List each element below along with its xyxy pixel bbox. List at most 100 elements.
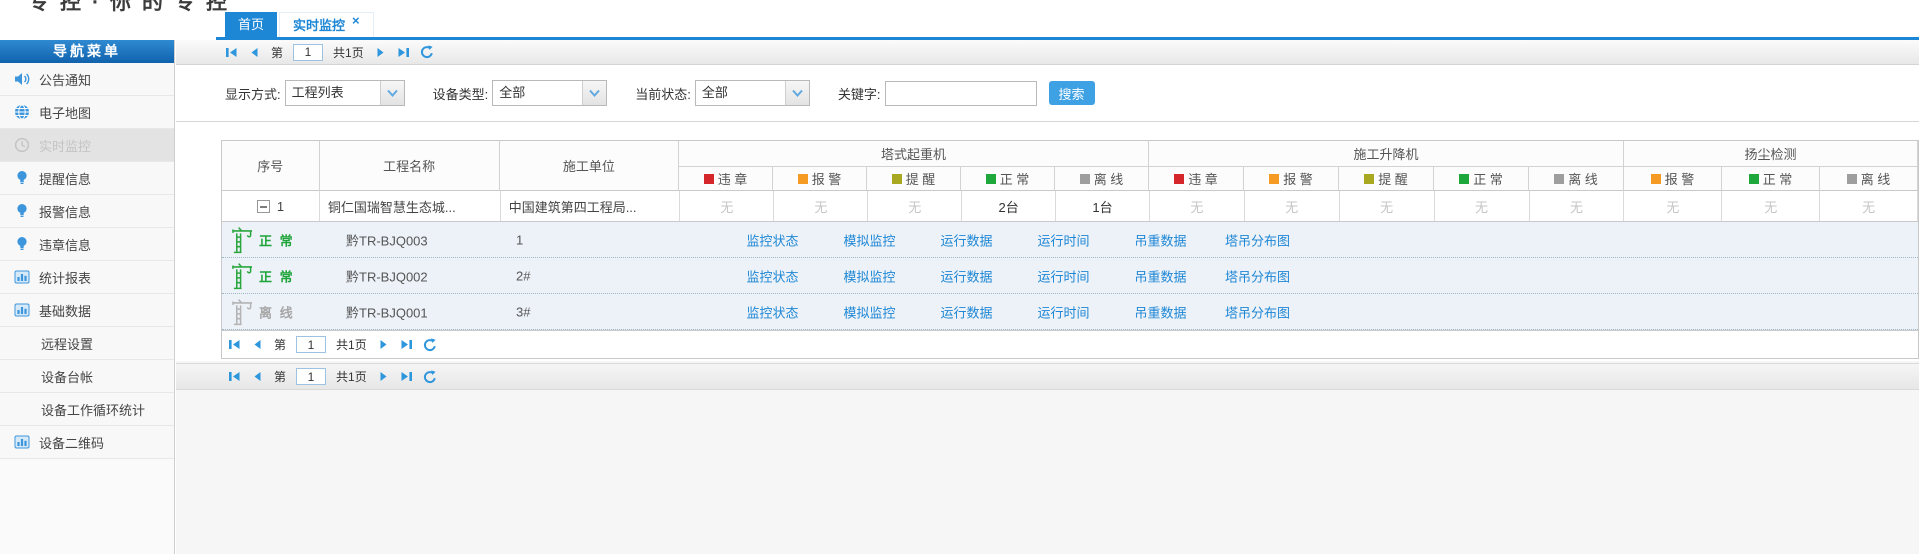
speaker-icon bbox=[14, 71, 30, 87]
sidebar-item-violations[interactable]: 违章信息 bbox=[0, 228, 174, 261]
page-label: 第 bbox=[271, 45, 284, 60]
current-status-value: 全部 bbox=[701, 85, 728, 100]
count-value: 1台 bbox=[1092, 199, 1113, 215]
prev-page-button[interactable] bbox=[251, 338, 264, 351]
data-grid: 序号 工程名称 施工单位 塔式起重机 违 章 报 警 提 醒 正 常 离 线 施… bbox=[221, 140, 1919, 359]
grid-header: 序号 工程名称 施工单位 塔式起重机 违 章 报 警 提 醒 正 常 离 线 施… bbox=[222, 141, 1918, 191]
page-number-input[interactable] bbox=[296, 336, 327, 353]
refresh-button[interactable] bbox=[423, 337, 437, 352]
close-tab-icon[interactable]: × bbox=[352, 9, 360, 32]
running-time-link[interactable]: 运行时间 bbox=[1015, 266, 1112, 285]
first-page-button[interactable] bbox=[228, 338, 241, 351]
chevron-down-icon[interactable] bbox=[784, 81, 809, 105]
load-data-link[interactable]: 吊重数据 bbox=[1112, 230, 1209, 249]
project-summary-row: 1 铜仁国瑞智慧生态城... 中国建筑第四工程局... 无 无 无 2台 1台 … bbox=[222, 191, 1919, 222]
crane-layout-link[interactable]: 塔吊分布图 bbox=[1209, 266, 1306, 285]
last-page-button[interactable] bbox=[397, 46, 410, 59]
col-header-offline: 离 线 bbox=[1529, 167, 1624, 191]
display-mode-select[interactable]: 工程列表 bbox=[284, 80, 405, 106]
device-type-select[interactable]: 全部 bbox=[492, 80, 608, 106]
tower-crane-icon bbox=[232, 262, 253, 289]
col-header-normal: 正 常 bbox=[1722, 167, 1820, 191]
search-button[interactable]: 搜索 bbox=[1048, 81, 1095, 105]
device-status-label: 离 线 bbox=[259, 305, 295, 320]
col-group-tower-crane: 塔式起重机 违 章 报 警 提 醒 正 常 离 线 bbox=[679, 141, 1149, 191]
collapse-row-icon[interactable] bbox=[256, 199, 270, 213]
keyword-input[interactable] bbox=[884, 80, 1037, 106]
chevron-down-icon[interactable] bbox=[582, 81, 607, 105]
count-value: 无 bbox=[814, 199, 828, 215]
next-page-button[interactable] bbox=[377, 370, 390, 383]
current-status-select[interactable]: 全部 bbox=[694, 80, 810, 106]
sidebar-item-alarms[interactable]: 报警信息 bbox=[0, 195, 174, 228]
app-window: 专控·你的专控 首页 实时监控 × 导航菜单 公告通知 电子地图 实时监控 提醒… bbox=[0, 0, 1919, 554]
device-unit-no: 3# bbox=[516, 304, 531, 319]
load-data-link[interactable]: 吊重数据 bbox=[1112, 266, 1209, 285]
next-page-button[interactable] bbox=[377, 338, 390, 351]
sidebar-item-remote-settings[interactable]: 远程设置 bbox=[0, 327, 174, 360]
monitor-status-link[interactable]: 监控状态 bbox=[724, 230, 821, 249]
prev-page-button[interactable] bbox=[248, 46, 261, 59]
refresh-button[interactable] bbox=[423, 369, 437, 384]
crane-layout-link[interactable]: 塔吊分布图 bbox=[1209, 230, 1306, 249]
bar-chart-icon bbox=[14, 269, 30, 285]
crane-layout-link[interactable]: 塔吊分布图 bbox=[1209, 302, 1306, 321]
first-page-button[interactable] bbox=[228, 370, 241, 383]
page-number-input[interactable] bbox=[296, 368, 327, 385]
tab-realtime-monitor[interactable]: 实时监控 × bbox=[279, 12, 374, 37]
monitor-status-link[interactable]: 监控状态 bbox=[724, 266, 821, 285]
running-data-link[interactable]: 运行数据 bbox=[918, 230, 1015, 249]
page-total-label: 共1页 bbox=[336, 370, 367, 384]
first-page-button[interactable] bbox=[225, 46, 238, 59]
running-time-link[interactable]: 运行时间 bbox=[1015, 302, 1112, 321]
simulated-monitor-link[interactable]: 模拟监控 bbox=[821, 302, 918, 321]
device-status: 正 常 bbox=[232, 226, 295, 253]
load-data-link[interactable]: 吊重数据 bbox=[1112, 302, 1209, 321]
display-mode-value: 工程列表 bbox=[291, 85, 344, 100]
sidebar-title: 导航菜单 bbox=[0, 40, 174, 63]
device-links: 监控状态 模拟监控 运行数据 运行时间 吊重数据 塔吊分布图 bbox=[724, 230, 1306, 249]
running-data-link[interactable]: 运行数据 bbox=[918, 302, 1015, 321]
chevron-down-icon[interactable] bbox=[379, 81, 404, 105]
refresh-button[interactable] bbox=[420, 45, 434, 59]
monitor-status-link[interactable]: 监控状态 bbox=[724, 302, 821, 321]
tab-realtime-monitor-label: 实时监控 bbox=[293, 17, 346, 33]
sidebar-item-reminders[interactable]: 提醒信息 bbox=[0, 162, 174, 195]
page-number-input[interactable] bbox=[293, 43, 324, 61]
display-mode-label: 显示方式: bbox=[225, 86, 281, 102]
col-header-normal: 正 常 bbox=[1434, 167, 1529, 191]
tab-home[interactable]: 首页 bbox=[225, 12, 278, 37]
sidebar-item-statistics-report[interactable]: 统计报表 bbox=[0, 261, 174, 294]
tower-crane-icon bbox=[232, 226, 253, 253]
device-links: 监控状态 模拟监控 运行数据 运行时间 吊重数据 塔吊分布图 bbox=[724, 266, 1306, 285]
sidebar-item-announcements[interactable]: 公告通知 bbox=[0, 63, 174, 96]
running-time-link[interactable]: 运行时间 bbox=[1015, 230, 1112, 249]
sidebar-item-device-qrcode[interactable]: 设备二维码 bbox=[0, 426, 174, 459]
running-data-link[interactable]: 运行数据 bbox=[918, 266, 1015, 285]
count-value: 无 bbox=[1862, 199, 1876, 215]
sidebar-item-label: 公告通知 bbox=[39, 72, 92, 88]
sidebar-item-device-ledger[interactable]: 设备台帐 bbox=[0, 360, 174, 393]
simulated-monitor-link[interactable]: 模拟监控 bbox=[821, 266, 918, 285]
next-page-button[interactable] bbox=[374, 46, 387, 59]
count-value: 无 bbox=[1380, 199, 1394, 215]
sidebar-item-label: 电子地图 bbox=[39, 105, 92, 121]
col-group-title: 施工升降机 bbox=[1149, 141, 1624, 167]
sidebar-item-base-data[interactable]: 基础数据 bbox=[0, 294, 174, 327]
simulated-monitor-link[interactable]: 模拟监控 bbox=[821, 230, 918, 249]
status-color-swatch bbox=[1269, 173, 1280, 184]
page-total-label: 共1页 bbox=[333, 45, 364, 60]
sidebar-item-label: 设备台帐 bbox=[41, 369, 94, 385]
tab-bar: 首页 实时监控 × bbox=[225, 12, 374, 37]
count-value: 无 bbox=[1285, 199, 1299, 215]
last-page-button[interactable] bbox=[400, 370, 413, 383]
current-status-label: 当前状态: bbox=[635, 86, 691, 102]
prev-page-button[interactable] bbox=[251, 370, 264, 383]
last-page-button[interactable] bbox=[400, 338, 413, 351]
sidebar-item-realtime-monitor[interactable]: 实时监控 bbox=[0, 129, 174, 162]
bar-chart-icon bbox=[14, 434, 30, 450]
col-header-violation: 违 章 bbox=[679, 167, 773, 191]
device-links: 监控状态 模拟监控 运行数据 运行时间 吊重数据 塔吊分布图 bbox=[724, 302, 1306, 321]
sidebar-item-emap[interactable]: 电子地图 bbox=[0, 96, 174, 129]
sidebar-item-device-cycle-stats[interactable]: 设备工作循环统计 bbox=[0, 393, 174, 426]
